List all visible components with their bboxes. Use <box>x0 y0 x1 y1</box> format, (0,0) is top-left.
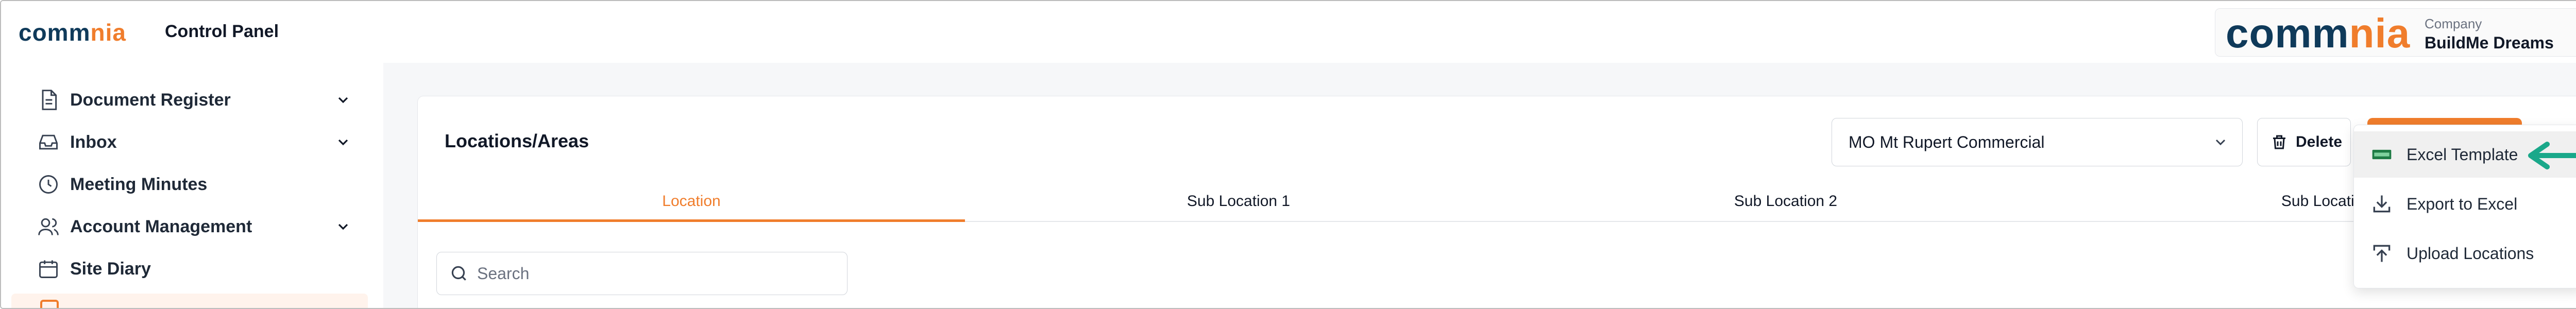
app-window: commnia Control Panel commnia Company Bu… <box>0 0 2576 309</box>
trash-icon <box>2273 135 2285 149</box>
sidebar-item-inbox[interactable]: Inbox <box>37 127 362 158</box>
excel-icon <box>2372 149 2392 160</box>
sidebar-item-label: Inbox <box>70 132 117 152</box>
card-title: Locations/Areas <box>445 130 589 151</box>
sidebar-item-label: Site Diary <box>70 259 151 279</box>
download-icon <box>2373 195 2391 213</box>
menu-item-export-to-excel[interactable]: Export to Excel <box>2354 181 2576 227</box>
delete-label: Delete <box>2296 133 2343 150</box>
menu-item-label: Upload Locations <box>2406 244 2534 263</box>
project-select[interactable]: MO Mt Rupert Commercial <box>1832 118 2243 166</box>
sidebar-item-meeting-minutes[interactable]: Meeting Minutes <box>37 169 362 200</box>
clock-icon <box>39 175 58 194</box>
menu-item-label: Export to Excel <box>2406 194 2518 213</box>
tab-sub-location-1[interactable]: Sub Location 1 <box>965 182 1512 221</box>
search-box[interactable] <box>436 252 848 295</box>
tab-bar: Location Sub Location 1 Sub Location 2 S… <box>418 182 2576 222</box>
menu-item-upload-locations[interactable]: Upload Locations <box>2354 230 2576 277</box>
menu-item-label: Excel Template <box>2406 145 2518 164</box>
company-logo: commnia <box>2226 10 2411 56</box>
top-header: commnia Control Panel commnia Company Bu… <box>1 1 2576 63</box>
app-logo[interactable]: commnia <box>19 20 126 45</box>
delete-button[interactable]: Delete <box>2257 118 2351 166</box>
annotation-arrow-icon <box>2528 142 2576 169</box>
sidebar: Document Register Inbox Meeting Minutes … <box>1 63 383 308</box>
company-name: BuildMe Dreams <box>2425 33 2554 52</box>
page-title: Control Panel <box>165 22 279 41</box>
calendar-icon <box>39 260 58 278</box>
users-icon <box>38 218 59 235</box>
chevron-down-icon <box>2215 139 2226 146</box>
chevron-down-icon <box>338 139 348 146</box>
sidebar-item-account-management[interactable]: Account Management <box>37 211 362 242</box>
tab-sub-location-2[interactable]: Sub Location 2 <box>1512 182 2059 221</box>
sidebar-item-label: Account Management <box>70 216 252 236</box>
locations-card: Locations/Areas MO Mt Rupert Commercial … <box>417 96 2576 308</box>
upload-icon <box>2373 245 2391 262</box>
locations-icon <box>40 300 59 308</box>
tab-location[interactable]: Location <box>418 182 965 222</box>
search-input[interactable] <box>476 260 834 287</box>
search-icon <box>451 266 466 281</box>
sidebar-item-document-register[interactable]: Document Register <box>37 84 362 115</box>
sidebar-item-site-diary[interactable]: Site Diary <box>37 253 362 284</box>
chevron-down-icon <box>338 97 348 104</box>
inbox-icon <box>39 134 58 150</box>
chevron-down-icon <box>338 224 348 230</box>
sidebar-item-active[interactable] <box>11 294 368 308</box>
sidebar-item-label: Meeting Minutes <box>70 174 208 194</box>
document-icon <box>42 90 57 110</box>
company-label: Company <box>2425 16 2482 31</box>
company-switcher[interactable]: commnia Company BuildMe Dreams <box>2215 8 2576 57</box>
sidebar-item-label: Document Register <box>70 90 231 110</box>
project-select-value: MO Mt Rupert Commercial <box>1849 133 2045 151</box>
